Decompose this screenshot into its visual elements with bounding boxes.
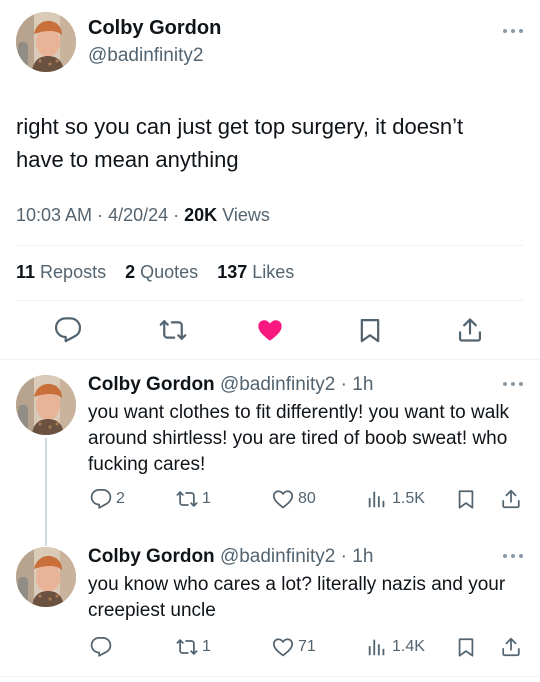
reply-header: Colby Gordon @badinfinity2 · 1h (88, 546, 374, 567)
more-icon[interactable] (502, 380, 524, 388)
views-icon (366, 488, 388, 510)
view-count: 1.5K (392, 490, 425, 507)
author-handle[interactable]: @badinfinity2 (220, 374, 335, 395)
share-icon (500, 488, 522, 510)
reply-icon (90, 636, 112, 658)
author-name[interactable]: Colby Gordon (88, 546, 215, 567)
views-button[interactable]: 1.4K (366, 636, 425, 658)
reply-count: 2 (116, 490, 125, 507)
repost-button[interactable] (159, 316, 187, 344)
reply-button[interactable] (54, 316, 82, 344)
bookmark-button[interactable] (455, 488, 477, 510)
divider (0, 359, 540, 360)
like-button[interactable] (256, 316, 284, 344)
time-ago[interactable]: 1h (352, 374, 373, 395)
repost-button[interactable]: 1 (176, 488, 211, 510)
reposts-stat[interactable]: 11 Reposts (16, 262, 106, 282)
repost-icon (176, 636, 198, 658)
reply-text: you know who cares a lot? literally nazi… (88, 574, 506, 621)
like-button[interactable]: 71 (272, 636, 316, 658)
reply-icon (54, 316, 82, 344)
divider (16, 245, 524, 246)
share-button[interactable] (456, 316, 484, 344)
time-ago[interactable]: 1h (352, 546, 373, 567)
avatar[interactable] (16, 375, 76, 435)
avatar[interactable] (16, 12, 76, 72)
like-icon (256, 316, 284, 344)
repost-icon (159, 316, 187, 344)
reply-header: Colby Gordon @badinfinity2 · 1h (88, 374, 374, 395)
likes-label: Likes (252, 262, 295, 282)
bookmark-icon (455, 488, 477, 510)
views-count: 20K (184, 205, 218, 225)
likes-count: 137 (217, 262, 248, 282)
like-count: 71 (298, 638, 316, 655)
views-icon (366, 636, 388, 658)
reply-icon (90, 488, 112, 510)
share-icon (456, 316, 484, 344)
tweet-meta: 10:03 AM · 4/20/24 · 20K Views (16, 205, 270, 225)
views-button[interactable]: 1.5K (366, 488, 425, 510)
avatar[interactable] (16, 547, 76, 607)
author-name[interactable]: Colby Gordon (88, 374, 215, 395)
reposts-label: Reposts (40, 262, 107, 282)
quotes-count: 2 (125, 262, 136, 282)
repost-icon (176, 488, 198, 510)
repost-count: 1 (202, 490, 211, 507)
bookmark-icon (455, 636, 477, 658)
repost-button[interactable]: 1 (176, 636, 211, 658)
repost-count: 1 (202, 638, 211, 655)
bookmark-icon (356, 316, 384, 344)
likes-stat[interactable]: 137 Likes (217, 262, 294, 282)
share-button[interactable] (500, 636, 522, 658)
like-count: 80 (298, 490, 316, 507)
more-icon[interactable] (502, 552, 524, 560)
bookmark-button[interactable] (455, 636, 477, 658)
like-button[interactable]: 80 (272, 488, 316, 510)
tweet-time[interactable]: 10:03 AM (16, 205, 92, 225)
tweet-text: right so you can just get top surgery, i… (16, 114, 464, 172)
divider (16, 300, 524, 301)
like-icon (272, 488, 294, 510)
like-icon (272, 636, 294, 658)
reply-button[interactable] (90, 636, 116, 658)
author-handle[interactable]: @badinfinity2 (220, 546, 335, 567)
tweet-date[interactable]: 4/20/24 (108, 205, 168, 225)
share-button[interactable] (500, 488, 522, 510)
divider (0, 676, 540, 677)
more-icon[interactable] (502, 27, 524, 35)
author-handle[interactable]: @badinfinity2 (88, 45, 203, 67)
reposts-count: 11 (16, 262, 36, 282)
thread-line (45, 438, 47, 546)
bookmark-button[interactable] (356, 316, 384, 344)
quotes-label: Quotes (140, 262, 199, 282)
quotes-stat[interactable]: 2 Quotes (125, 262, 198, 282)
share-icon (500, 636, 522, 658)
views-label: Views (222, 205, 270, 225)
author-name[interactable]: Colby Gordon (88, 17, 221, 40)
view-count: 1.4K (392, 638, 425, 655)
reply-button[interactable]: 2 (90, 488, 125, 510)
reply-text: you want clothes to fit differently! you… (88, 402, 510, 475)
engagement-stats: 11 Reposts 2 Quotes 137 Likes (16, 262, 294, 283)
